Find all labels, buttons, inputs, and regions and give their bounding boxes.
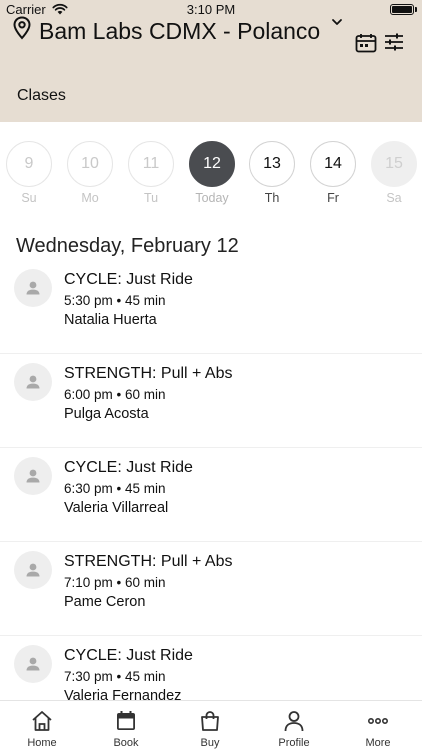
day-fr[interactable]: 14 Fr — [309, 141, 357, 205]
day-of-week: Sa — [386, 191, 402, 205]
class-time: 7:10 pm • 60 min — [64, 575, 166, 590]
class-time: 7:30 pm • 45 min — [64, 669, 166, 684]
day-su: 9 Su — [5, 141, 53, 205]
battery-icon — [390, 4, 414, 15]
day-today[interactable]: 12 Today — [188, 141, 236, 205]
day-number: 14 — [310, 141, 356, 187]
day-tu: 11 Tu — [127, 141, 175, 205]
person-placeholder-icon — [26, 563, 40, 577]
tab-book[interactable]: Book — [84, 701, 168, 750]
calendar-icon[interactable] — [355, 33, 377, 53]
instructor-avatar — [14, 457, 52, 495]
day-of-week: Fr — [327, 191, 339, 205]
person-placeholder-icon — [26, 469, 40, 483]
person-icon — [284, 711, 304, 732]
home-icon — [32, 711, 52, 731]
day-of-week: Today — [195, 191, 229, 205]
class-row[interactable]: CYCLE: Just Ride 7:30 pm • 45 min Valeria … — [0, 636, 422, 700]
class-row[interactable]: STRENGTH: Pull + Abs 6:00 pm • 60 min Pulg… — [0, 354, 422, 448]
tab-buy[interactable]: Buy — [168, 701, 252, 750]
date-heading: Wednesday, February 12 — [16, 235, 239, 257]
app-header: Carrier 3:10 PM Bam Labs CDMX - Polanco — [0, 0, 422, 122]
instructor-avatar — [14, 645, 52, 683]
instructor-name: Valeria Fernandez — [64, 688, 182, 700]
chevron-down-icon[interactable] — [331, 18, 343, 26]
tab-label: More — [365, 737, 391, 749]
day-mo: 10 Mo — [66, 141, 114, 205]
person-placeholder-icon — [26, 281, 40, 295]
class-title: STRENGTH: Pull + Abs — [64, 553, 233, 570]
instructor-name: Valeria Villarreal — [64, 500, 169, 516]
shopping-bag-icon — [201, 711, 219, 731]
section-title: Clases — [17, 87, 66, 104]
day-number: 11 — [128, 141, 174, 187]
tab-label: Profile — [278, 737, 310, 749]
instructor-name: Pame Ceron — [64, 594, 146, 610]
tab-label: Book — [113, 737, 139, 749]
tab-bar: Home Book Buy Profile More — [0, 700, 422, 750]
calendar-icon — [117, 711, 135, 730]
instructor-name: Natalia Huerta — [64, 312, 157, 328]
instructor-avatar — [14, 269, 52, 307]
more-dots-icon — [367, 718, 388, 725]
tab-label: Home — [27, 737, 57, 749]
instructor-avatar — [14, 363, 52, 401]
tab-profile[interactable]: Profile — [252, 701, 336, 750]
clock: 3:10 PM — [186, 2, 236, 17]
tab-home[interactable]: Home — [0, 701, 84, 750]
battery-cap — [415, 7, 417, 12]
day-of-week: Th — [264, 191, 280, 205]
class-time: 5:30 pm • 45 min — [64, 293, 166, 308]
class-title: STRENGTH: Pull + Abs — [64, 365, 233, 382]
date-strip: 9 Su 10 Mo 11 Tu 12 Today 13 Th 14 Fr 15 Sa — [0, 141, 422, 207]
day-number: 12 — [189, 141, 235, 187]
day-of-week: Tu — [143, 191, 159, 205]
day-th[interactable]: 13 Th — [248, 141, 296, 205]
class-list: CYCLE: Just Ride 5:30 pm • 45 min Natalia … — [0, 260, 422, 700]
tab-label: Buy — [200, 737, 220, 749]
person-placeholder-icon — [26, 375, 40, 389]
instructor-name: Pulga Acosta — [64, 406, 149, 422]
class-row[interactable]: CYCLE: Just Ride 6:30 pm • 45 min Valeria … — [0, 448, 422, 542]
class-time: 6:30 pm • 45 min — [64, 481, 166, 496]
location-name[interactable]: Bam Labs CDMX - Polanco — [39, 16, 339, 46]
class-row[interactable]: CYCLE: Just Ride 5:30 pm • 45 min Natalia … — [0, 260, 422, 354]
location-pin-icon — [13, 16, 31, 40]
day-number: 10 — [67, 141, 113, 187]
class-title: CYCLE: Just Ride — [64, 647, 193, 664]
day-number: 15 — [371, 141, 417, 187]
day-of-week: Mo — [81, 191, 99, 205]
person-placeholder-icon — [26, 657, 40, 671]
filter-sliders-icon[interactable] — [384, 33, 404, 51]
day-number: 9 — [6, 141, 52, 187]
class-time: 6:00 pm • 60 min — [64, 387, 166, 402]
day-number: 13 — [249, 141, 295, 187]
day-sa: 15 Sa — [370, 141, 418, 205]
day-of-week: Su — [21, 191, 37, 205]
class-title: CYCLE: Just Ride — [64, 271, 193, 288]
instructor-avatar — [14, 551, 52, 589]
class-title: CYCLE: Just Ride — [64, 459, 193, 476]
class-row[interactable]: STRENGTH: Pull + Abs 7:10 pm • 60 min Pame… — [0, 542, 422, 636]
tab-more[interactable]: More — [336, 701, 420, 750]
